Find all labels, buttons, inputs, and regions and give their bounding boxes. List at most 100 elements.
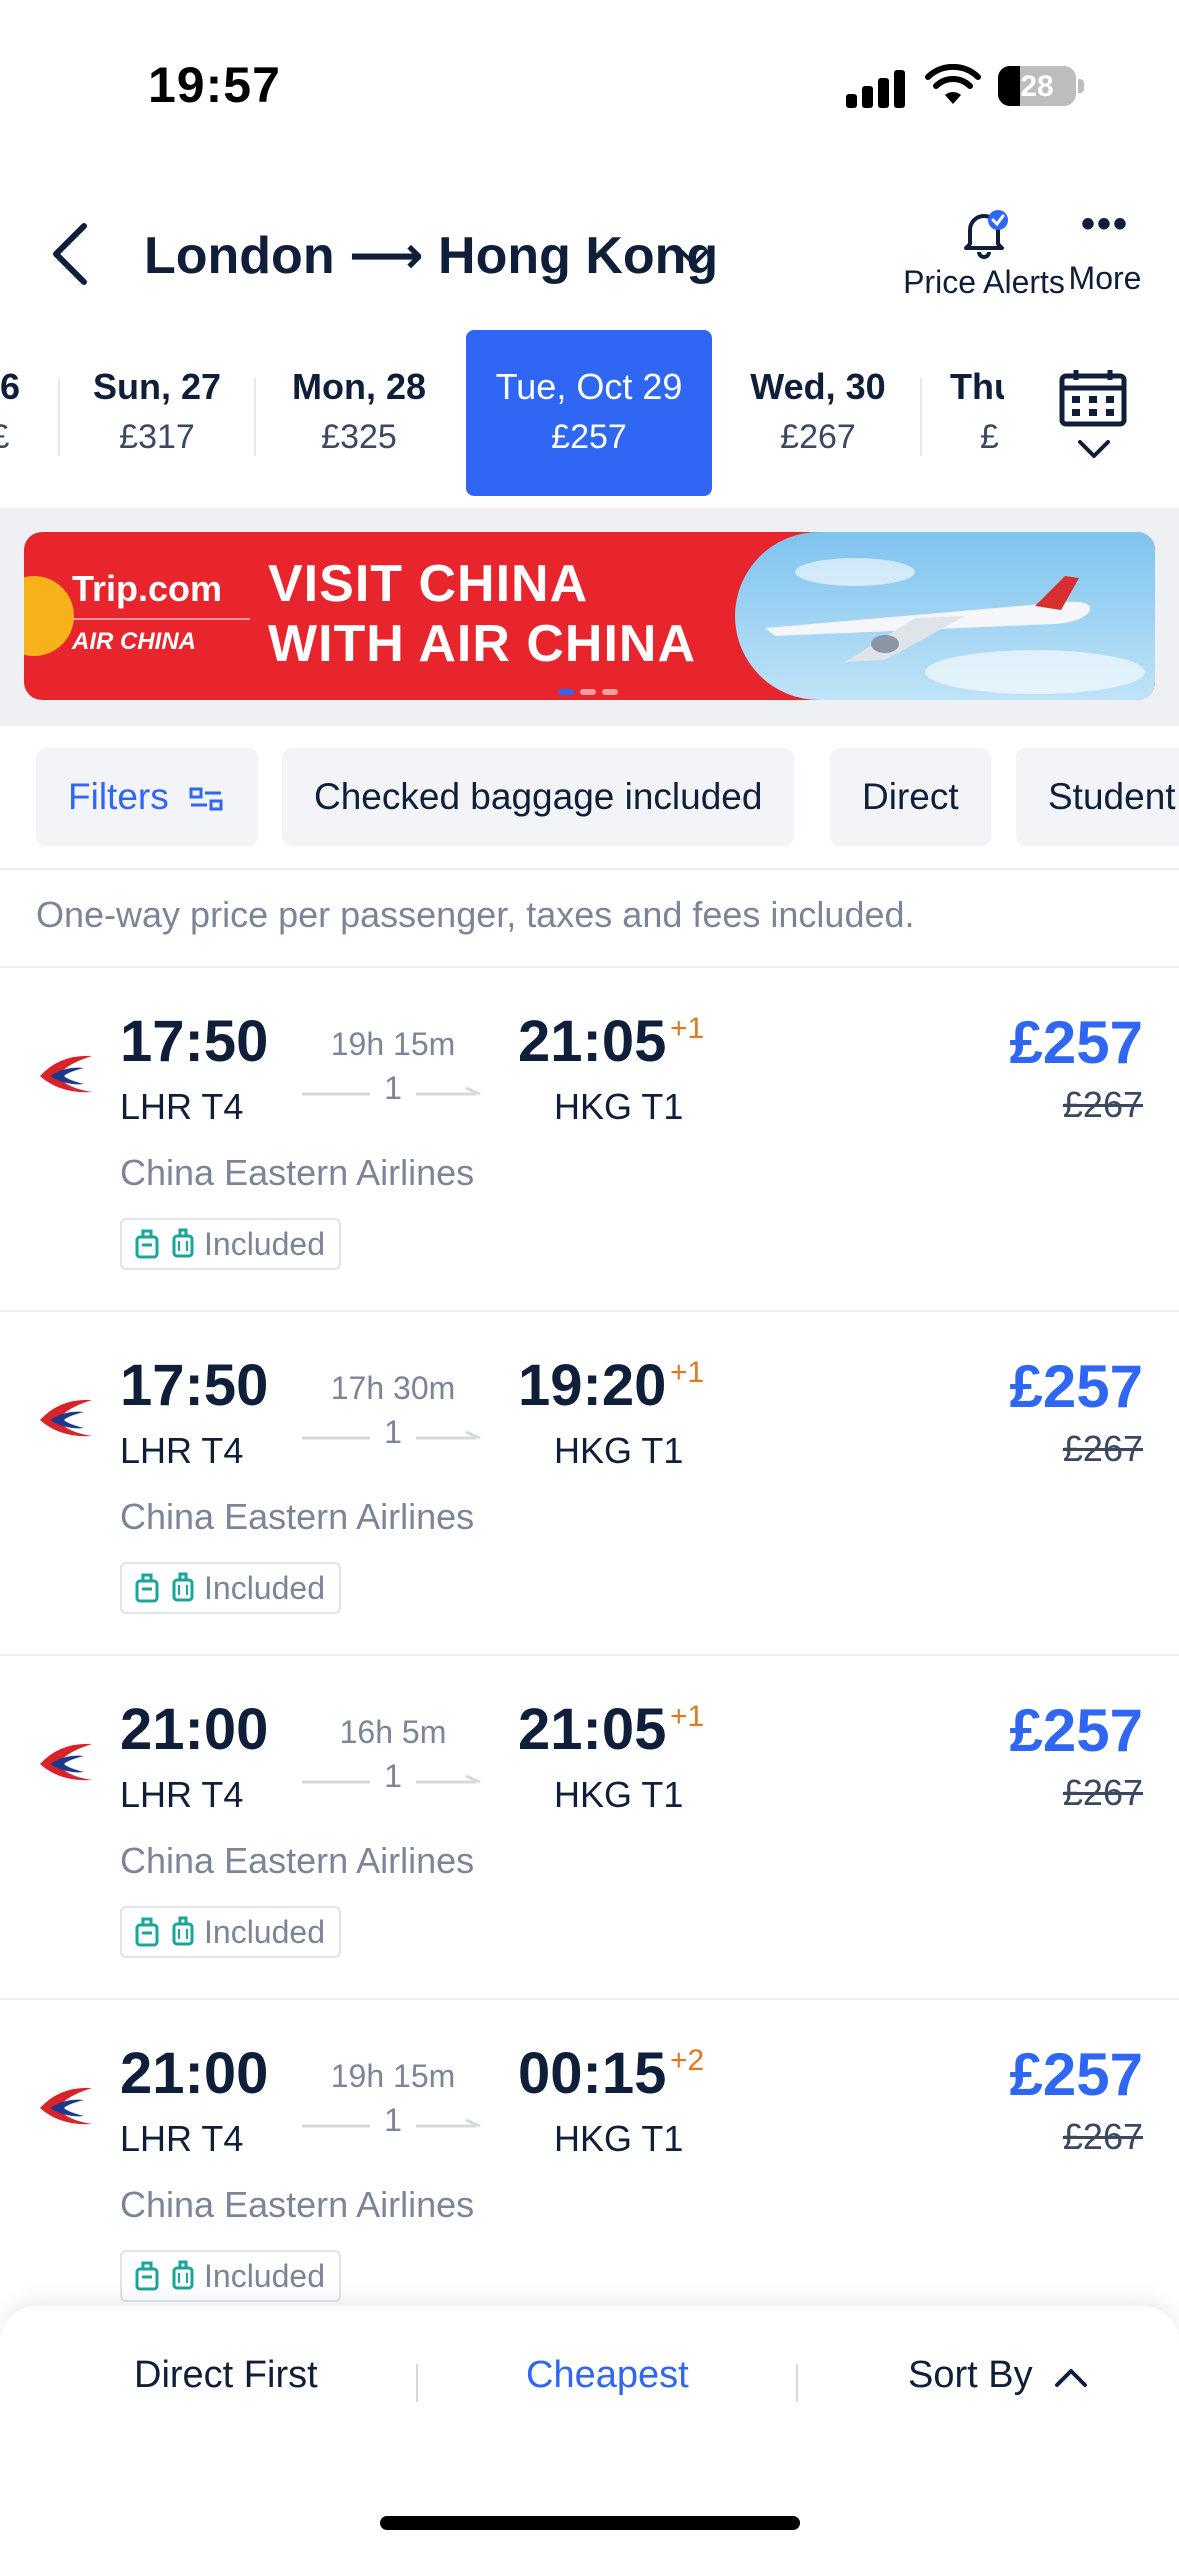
back-arrow-icon[interactable] — [44, 216, 100, 292]
promo-banner[interactable]: Trip.com AIR CHINA VISIT CHINA WITH AIR … — [24, 532, 1155, 700]
airline-name: China Eastern Airlines — [120, 1840, 475, 1881]
baggage-label: Included — [204, 1913, 325, 1950]
date-price: £257 — [551, 418, 627, 456]
sort-bar: Direct First Cheapest Sort By — [0, 2306, 1179, 2556]
carry-on-bag-icon — [135, 2261, 159, 2291]
arrival-airport: HKG T1 — [554, 1086, 684, 1127]
airplane-icon — [765, 558, 1145, 694]
route-title[interactable]: London ⟶ Hong Kong — [144, 226, 718, 286]
stop-count: 1 — [384, 1758, 402, 1794]
promo-banner-area: Trip.com AIR CHINA VISIT CHINA WITH AIR … — [0, 508, 1179, 726]
stop-count: 1 — [384, 1070, 402, 1106]
arrival-airport: HKG T1 — [554, 1774, 684, 1815]
flight-card[interactable]: 21:00 LHR T4 19h 15m 1 00:15 +2 HKG T1 £257 £267… — [0, 2000, 1179, 2344]
calendar-button[interactable] — [1004, 330, 1179, 496]
divider — [416, 2364, 418, 2402]
carry-on-bag-icon — [135, 1573, 159, 1603]
sort-by-label: Sort By — [908, 2354, 1033, 2396]
banner-brand: Trip.com — [72, 568, 223, 609]
date-day: 26 — [0, 366, 21, 407]
flight-card[interactable]: 17:50 LHR T4 19h 15m 1 21:05 +1 HKG T1 £257 £267… — [0, 968, 1179, 1312]
day-offset: +2 — [670, 2044, 705, 2077]
battery-nub — [1078, 79, 1084, 93]
banner-headline-line2: WITH AIR CHINA — [268, 615, 697, 673]
flight-card[interactable]: 17:50 LHR T4 17h 30m 1 19:20 +1 HKG T1 £257 £267… — [0, 1312, 1179, 1656]
date-day: Mon, 28 — [291, 366, 426, 407]
sort-direct-first[interactable]: Direct First — [134, 2354, 318, 2397]
banner-divider — [72, 618, 250, 620]
original-price: £267 — [1062, 2116, 1143, 2157]
status-time: 19:57 — [148, 57, 281, 113]
day-offset: +1 — [670, 1700, 705, 1733]
flight-duration: 17h 30m — [330, 1370, 456, 1406]
sort-by-button[interactable]: Sort By — [908, 2354, 1089, 2397]
baggage-tag: Included — [120, 1906, 341, 1958]
date-price: £ — [0, 418, 40, 457]
china-eastern-logo-icon — [40, 1743, 92, 1781]
chevron-down-icon[interactable] — [674, 238, 714, 278]
cellular-signal-icon — [846, 68, 906, 108]
airline-name: China Eastern Airlines — [120, 1496, 475, 1537]
baggage-label: Included — [204, 2257, 325, 2294]
price-note: One-way price per passenger, taxes and f… — [36, 894, 915, 935]
flight-duration: 19h 15m — [330, 2058, 456, 2094]
checked-bag-icon — [172, 1228, 194, 1258]
price: £257 — [1009, 1353, 1143, 1420]
date-option-28[interactable]: Mon, 28 £325 — [256, 330, 462, 496]
chevron-up-icon — [1055, 2368, 1088, 2387]
day-offset: +1 — [670, 1356, 705, 1389]
departure-time: 17:50 — [120, 1353, 269, 1418]
banner-headline: VISIT CHINA WITH AIR CHINA — [268, 554, 696, 674]
original-price: £267 — [1062, 1772, 1143, 1813]
banner-image — [735, 532, 1155, 700]
carry-on-bag-icon — [135, 1917, 159, 1947]
original-price: £267 — [1062, 1428, 1143, 1469]
arrival-time: 00:15 — [518, 2041, 667, 2106]
wifi-icon — [925, 64, 981, 104]
filter-chip-checked-baggage[interactable]: Checked baggage included — [282, 748, 795, 846]
checked-bag-icon — [172, 2260, 194, 2290]
date-option-29-selected[interactable]: Tue, Oct 29 £257 — [466, 330, 712, 496]
flight-duration: 19h 15m — [330, 1026, 456, 1062]
date-option-30[interactable]: Wed, 30 £267 — [716, 330, 920, 496]
home-indicator — [380, 2516, 800, 2530]
departure-airport: LHR T4 — [120, 1430, 244, 1471]
baggage-tag: Included — [120, 1562, 341, 1614]
baggage-label: Included — [204, 1225, 325, 1262]
banner-decor — [24, 576, 74, 656]
china-eastern-logo-icon — [40, 2087, 92, 2125]
date-option-27[interactable]: Sun, 27 £317 — [60, 330, 254, 496]
filters-button[interactable]: Filters — [36, 748, 258, 846]
stop-count: 1 — [384, 2102, 402, 2138]
status-bar: 19:57 28 — [0, 0, 1179, 170]
filter-chip-student[interactable]: Student — [1016, 748, 1179, 846]
price: £257 — [1009, 2041, 1143, 2108]
baggage-label: Included — [204, 1569, 325, 1606]
date-price: £317 — [119, 418, 195, 456]
filter-chip-direct[interactable]: Direct — [830, 748, 991, 846]
more-button[interactable]: ••• More — [1060, 204, 1150, 314]
header: London ⟶ Hong Kong Price Alerts ••• More — [0, 190, 1179, 320]
arrival-time: 19:20 — [518, 1353, 667, 1418]
date-day: Sun, 27 — [92, 366, 222, 407]
more-label: More — [1068, 260, 1142, 296]
sliders-icon — [189, 787, 223, 811]
departure-airport: LHR T4 — [120, 1774, 244, 1815]
departure-airport: LHR T4 — [120, 2118, 244, 2159]
filters-label: Filters — [68, 776, 169, 817]
more-dots-icon: ••• — [1080, 202, 1129, 246]
sort-cheapest[interactable]: Cheapest — [526, 2354, 689, 2397]
carry-on-bag-icon — [135, 1229, 159, 1259]
flight-duration: 16h 5m — [339, 1714, 447, 1750]
divider — [796, 2364, 798, 2402]
banner-headline-line1: VISIT CHINA — [268, 555, 589, 613]
calendar-icon — [1059, 370, 1127, 427]
arrival-time: 21:05 — [518, 1697, 667, 1762]
date-option-26[interactable]: 26 £ — [0, 330, 40, 496]
baggage-tag: Included — [120, 2250, 341, 2302]
arrival-airport: HKG T1 — [554, 1430, 684, 1471]
arrival-time: 21:05 — [518, 1009, 667, 1074]
date-day: Wed, 30 — [750, 366, 886, 407]
battery-icon: 28 — [998, 66, 1076, 106]
flight-card[interactable]: 21:00 LHR T4 16h 5m 1 21:05 +1 HKG T1 £257 £267 C… — [0, 1656, 1179, 2000]
